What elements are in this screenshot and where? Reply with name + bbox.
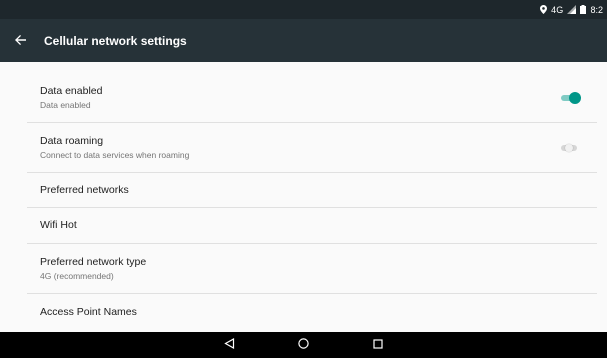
toggle-thumb — [565, 143, 573, 152]
app-bar: Cellular network settings — [0, 19, 607, 62]
arrow-back-icon — [14, 32, 26, 50]
battery-icon — [580, 5, 587, 14]
setting-preferred-networks[interactable]: Preferred networks — [27, 173, 597, 208]
setting-title: Access Point Names — [40, 305, 137, 318]
back-triangle-icon — [224, 336, 235, 354]
setting-access-point-names[interactable]: Access Point Names — [27, 294, 597, 330]
setting-title: Data enabled — [40, 84, 103, 97]
nav-home-button[interactable] — [267, 332, 341, 358]
setting-title: Preferred network type — [40, 255, 147, 268]
clock: 8:2 — [590, 4, 603, 15]
data-enabled-toggle[interactable] — [561, 91, 581, 104]
network-type-label: 4G — [551, 4, 564, 15]
setting-title: Preferred networks — [40, 183, 129, 196]
status-bar: 4G 8:2 — [0, 0, 607, 19]
setting-summary: Data enabled — [40, 99, 91, 110]
back-button[interactable] — [0, 19, 40, 62]
toggle-thumb — [569, 91, 581, 104]
data-roaming-toggle[interactable] — [561, 142, 579, 154]
setting-summary: Connect to data services when roaming — [40, 149, 190, 160]
setting-data-enabled[interactable]: Data enabled Data enabled — [27, 73, 597, 123]
home-circle-icon — [298, 336, 309, 354]
setting-title: Data roaming — [40, 134, 104, 147]
setting-summary: 4G (recommended) — [40, 270, 114, 281]
setting-title: Wifi Hot — [40, 219, 77, 231]
page-title: Cellular network settings — [44, 33, 187, 48]
nav-back-button[interactable] — [193, 332, 267, 358]
nav-recents-button[interactable] — [341, 332, 415, 358]
settings-list: Data enabled Data enabled Data roaming C… — [0, 62, 607, 332]
setting-wifi-hot[interactable]: Wifi Hot — [27, 208, 597, 244]
navigation-bar — [0, 332, 607, 358]
setting-data-roaming[interactable]: Data roaming Connect to data services wh… — [27, 123, 597, 173]
signal-icon — [567, 5, 577, 14]
location-icon — [540, 5, 548, 14]
recents-square-icon — [372, 336, 383, 354]
setting-preferred-network-type[interactable]: Preferred network type 4G (recommended) — [27, 244, 597, 294]
